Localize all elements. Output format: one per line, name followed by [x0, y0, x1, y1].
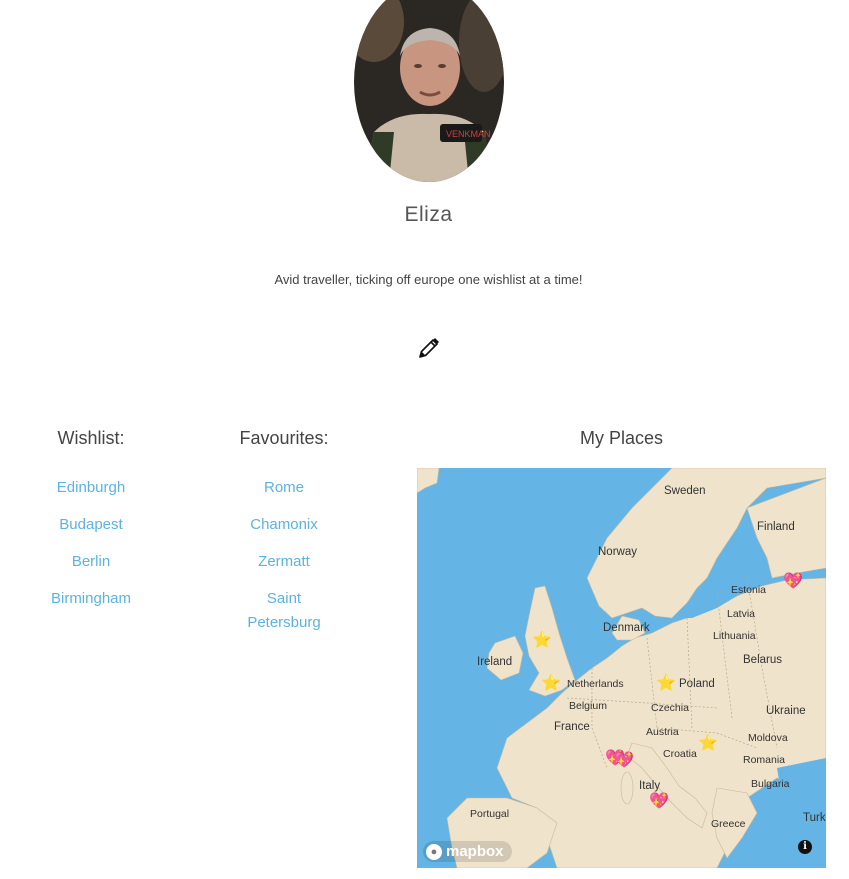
map-label-latvia: Latvia — [727, 608, 756, 620]
map-marker-edinburgh-star-icon[interactable]: ⭐ — [532, 633, 552, 649]
favourite-item-rome[interactable]: Rome — [234, 476, 334, 500]
mapbox-logo[interactable]: ● mapbox — [423, 841, 512, 862]
map-attribution-info-icon[interactable]: i — [798, 840, 812, 854]
map-label-lithuania: Lithuania — [713, 630, 756, 642]
map-label-estonia: Estonia — [731, 584, 767, 596]
map-label-norway: Norway — [598, 546, 637, 558]
map-marker-rome-heart-icon[interactable]: 💖 — [649, 794, 669, 810]
wishlist-title: Wishlist: — [57, 428, 125, 448]
wishlist-item-edinburgh[interactable]: Edinburgh — [40, 476, 142, 500]
wishlist-item-birmingham[interactable]: Birmingham — [40, 587, 142, 611]
map-label-ireland: Ireland — [477, 656, 513, 668]
map-marker-budapest-star-icon[interactable]: ⭐ — [698, 736, 718, 752]
mapbox-logo-icon: ● — [426, 843, 442, 860]
svg-text:VENKMAN: VENKMAN — [446, 129, 491, 139]
map-label-belarus: Belarus — [743, 654, 782, 666]
map-label-netherlands: Netherlands — [567, 678, 624, 690]
favourite-item-zermatt[interactable]: Zermatt — [234, 550, 334, 574]
map-label-italy: Italy — [639, 780, 661, 792]
profile-avatar: VENKMAN — [354, 0, 504, 182]
map-label-bulgaria: Bulgaria — [751, 778, 790, 790]
wishlist-item-berlin[interactable]: Berlin — [40, 550, 142, 574]
wishlist-list: Edinburgh Budapest Berlin Birmingham — [40, 476, 142, 624]
map-label-denmark: Denmark — [603, 622, 650, 634]
edit-profile-button[interactable] — [416, 335, 442, 361]
places-map[interactable]: Sweden Finland Norway Estonia Latvia Lit… — [417, 468, 826, 868]
wishlist-item-budapest[interactable]: Budapest — [40, 513, 142, 537]
profile-bio: Avid traveller, ticking off europe one w… — [274, 272, 583, 287]
map-label-poland: Poland — [679, 678, 715, 690]
favourite-item-chamonix[interactable]: Chamonix — [234, 513, 334, 537]
map-label-croatia: Croatia — [663, 748, 697, 760]
map-label-greece: Greece — [711, 818, 746, 830]
map-label-france: France — [554, 721, 590, 733]
map-marker-zermatt-heart-icon[interactable]: 💖 — [614, 753, 634, 769]
favourites-list: Rome Chamonix Zermatt Saint Petersburg — [234, 476, 334, 648]
map-label-austria: Austria — [646, 726, 679, 738]
map-marker-berlin-star-icon[interactable]: ⭐ — [656, 676, 676, 692]
map-label-czechia: Czechia — [651, 702, 689, 714]
mapbox-logo-text: mapbox — [446, 843, 504, 860]
pencil-icon — [419, 338, 439, 358]
map-label-finland: Finland — [757, 521, 795, 533]
map-label-ukraine: Ukraine — [766, 705, 806, 717]
map-label-belgium: Belgium — [569, 700, 607, 712]
profile-name: Eliza — [404, 203, 453, 226]
map-marker-birmingham-star-icon[interactable]: ⭐ — [541, 676, 561, 692]
map-label-portugal: Portugal — [470, 808, 510, 820]
map-label-turk: Turk — [803, 812, 826, 824]
map-label-sweden: Sweden — [664, 485, 706, 497]
favourites-title: Favourites: — [239, 428, 329, 448]
favourite-item-saint-petersburg[interactable]: Saint Petersburg — [234, 587, 334, 635]
map-label-romania: Romania — [743, 754, 786, 766]
map-marker-saint-petersburg-heart-icon[interactable]: 💖 — [783, 574, 803, 590]
map-label-moldova: Moldova — [748, 732, 788, 744]
map-title: My Places — [579, 428, 664, 448]
avatar-photo: VENKMAN — [354, 0, 504, 182]
